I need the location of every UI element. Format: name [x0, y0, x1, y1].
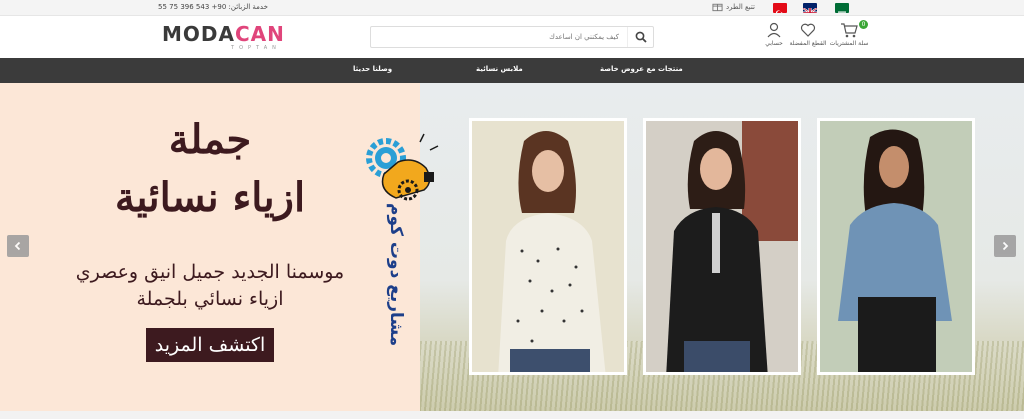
hero-description-line1: موسمنا الجديد جميل انيق وعصري	[75, 261, 345, 283]
discover-more-button[interactable]: اكتشف المزيد	[146, 328, 274, 362]
chevron-left-icon	[14, 241, 21, 251]
slider-next-button[interactable]	[994, 235, 1016, 257]
site-header: MODACAN TOPTAN حسابي القطع المفضلة	[0, 16, 1024, 58]
hero-banner-slider: جملة ازياء نسائية موسمنا الجديد جميل اني…	[0, 83, 1024, 411]
flag-saudi-arabia-icon[interactable]	[835, 3, 849, 13]
hero-title-line2: ازياء نسائية	[114, 174, 306, 221]
watermark-text: مشاريع دوت كوم	[386, 203, 406, 347]
cart-label: سلة المشتريات	[829, 40, 869, 47]
hero-product-card-2[interactable]	[643, 118, 801, 375]
logo-text-moda: MODA	[162, 22, 235, 46]
search-input[interactable]	[371, 27, 627, 47]
search-button[interactable]	[627, 27, 653, 47]
nav-item-womens-clothing[interactable]: ملابس نسائية	[476, 65, 523, 73]
main-navigation: منتجات مع عروض خاصة ملابس نسائية وصلنا ح…	[0, 58, 1024, 83]
favorites-label: القطع المفضلة	[789, 40, 827, 47]
favorites-button[interactable]: القطع المفضلة	[789, 22, 827, 47]
model-denim-shirt-image	[820, 121, 972, 372]
top-utility-bar: خدمة الزبائن: 90+ 543 396 75 55 تتبع الط…	[0, 0, 1024, 16]
track-order-link[interactable]: تتبع الطرد	[712, 2, 755, 12]
hero-description-line2: ازياء نسائي بلجملة	[136, 288, 284, 310]
logo-text-can: CAN	[234, 22, 285, 46]
cart-button[interactable]: 0 سلة المشتريات	[828, 20, 870, 47]
cart-icon	[841, 23, 858, 38]
package-icon	[712, 3, 723, 12]
customer-service-phone[interactable]: خدمة الزبائن: 90+ 543 396 75 55	[158, 3, 268, 11]
user-icon	[767, 22, 781, 38]
hero-product-card-3[interactable]	[817, 118, 975, 375]
heart-icon	[800, 23, 816, 37]
hero-title-line1: جملة	[168, 116, 252, 163]
model-black-hoodie-image	[646, 121, 798, 372]
flag-turkey-icon[interactable]	[773, 3, 787, 13]
search-icon	[635, 31, 647, 43]
account-button[interactable]: حسابي	[760, 22, 788, 47]
account-label: حسابي	[765, 40, 783, 47]
nav-item-new-arrivals[interactable]: وصلنا حديثا	[353, 65, 392, 73]
track-order-label: تتبع الطرد	[726, 3, 755, 11]
cart-count-badge: 0	[859, 20, 868, 29]
model-leopard-blouse-image	[472, 121, 624, 372]
modacan-logo[interactable]: MODACAN TOPTAN	[162, 24, 285, 51]
flag-uk-icon[interactable]	[803, 3, 817, 13]
nav-item-special-offers[interactable]: منتجات مع عروض خاصة	[600, 65, 683, 73]
hero-product-card-1[interactable]	[469, 118, 627, 375]
page-bottom-strip	[0, 411, 1024, 419]
slider-prev-button[interactable]	[7, 235, 29, 257]
chevron-right-icon	[1002, 241, 1009, 251]
search-box	[370, 26, 654, 48]
